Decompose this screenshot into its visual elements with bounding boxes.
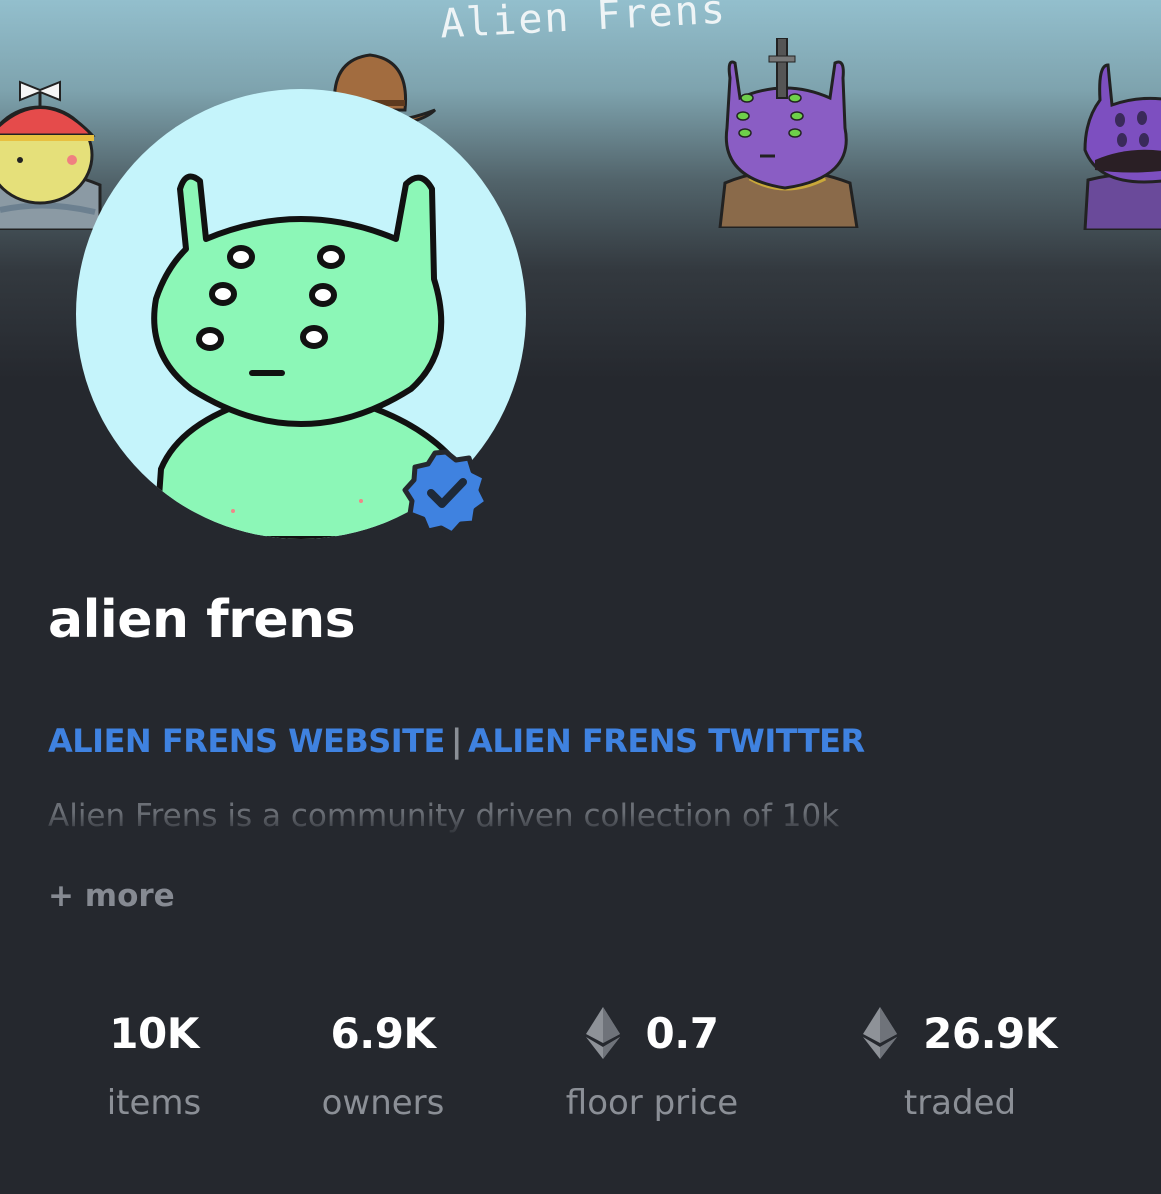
stat-traded[interactable]: 26.9K traded — [860, 1005, 1060, 1123]
banner-character-propeller — [0, 80, 102, 230]
stat-floor-price-value-row: 0.7 — [552, 1005, 752, 1061]
stat-owners[interactable]: 6.9K owners — [303, 1005, 463, 1124]
collection-links: ALIEN FRENS WEBSITE | ALIEN FRENS TWITTER — [48, 722, 865, 760]
links-separator: | — [450, 722, 463, 760]
show-more-button[interactable]: + more — [48, 878, 175, 914]
stat-traded-value: 26.9K — [923, 1008, 1057, 1058]
stat-items[interactable]: 10K items — [84, 1005, 224, 1124]
banner-character-purple-right — [1083, 63, 1161, 230]
banner-character-purple-sword — [718, 38, 859, 228]
collection-description: Alien Frens is a community driven collec… — [48, 798, 840, 834]
ethereum-icon — [585, 1007, 620, 1059]
verified-badge-icon — [402, 449, 490, 537]
banner-title: Alien Frens — [438, 0, 728, 48]
stat-traded-value-row: 26.9K — [860, 1005, 1060, 1061]
stat-items-value: 10K — [109, 1008, 199, 1058]
collection-title: alien frens — [48, 590, 356, 650]
website-link[interactable]: ALIEN FRENS WEBSITE — [48, 722, 445, 760]
ethereum-icon — [863, 1007, 898, 1059]
stat-traded-label: traded — [903, 1083, 1017, 1123]
stat-owners-value: 6.9K — [330, 1008, 436, 1058]
twitter-link[interactable]: ALIEN FRENS TWITTER — [468, 722, 865, 760]
stat-items-label: items — [106, 1083, 202, 1123]
stat-floor-price-label: floor price — [565, 1083, 739, 1123]
stat-floor-price-value: 0.7 — [645, 1008, 719, 1058]
stat-owners-label: owners — [321, 1083, 445, 1123]
stat-floor-price[interactable]: 0.7 floor price — [552, 1005, 752, 1123]
